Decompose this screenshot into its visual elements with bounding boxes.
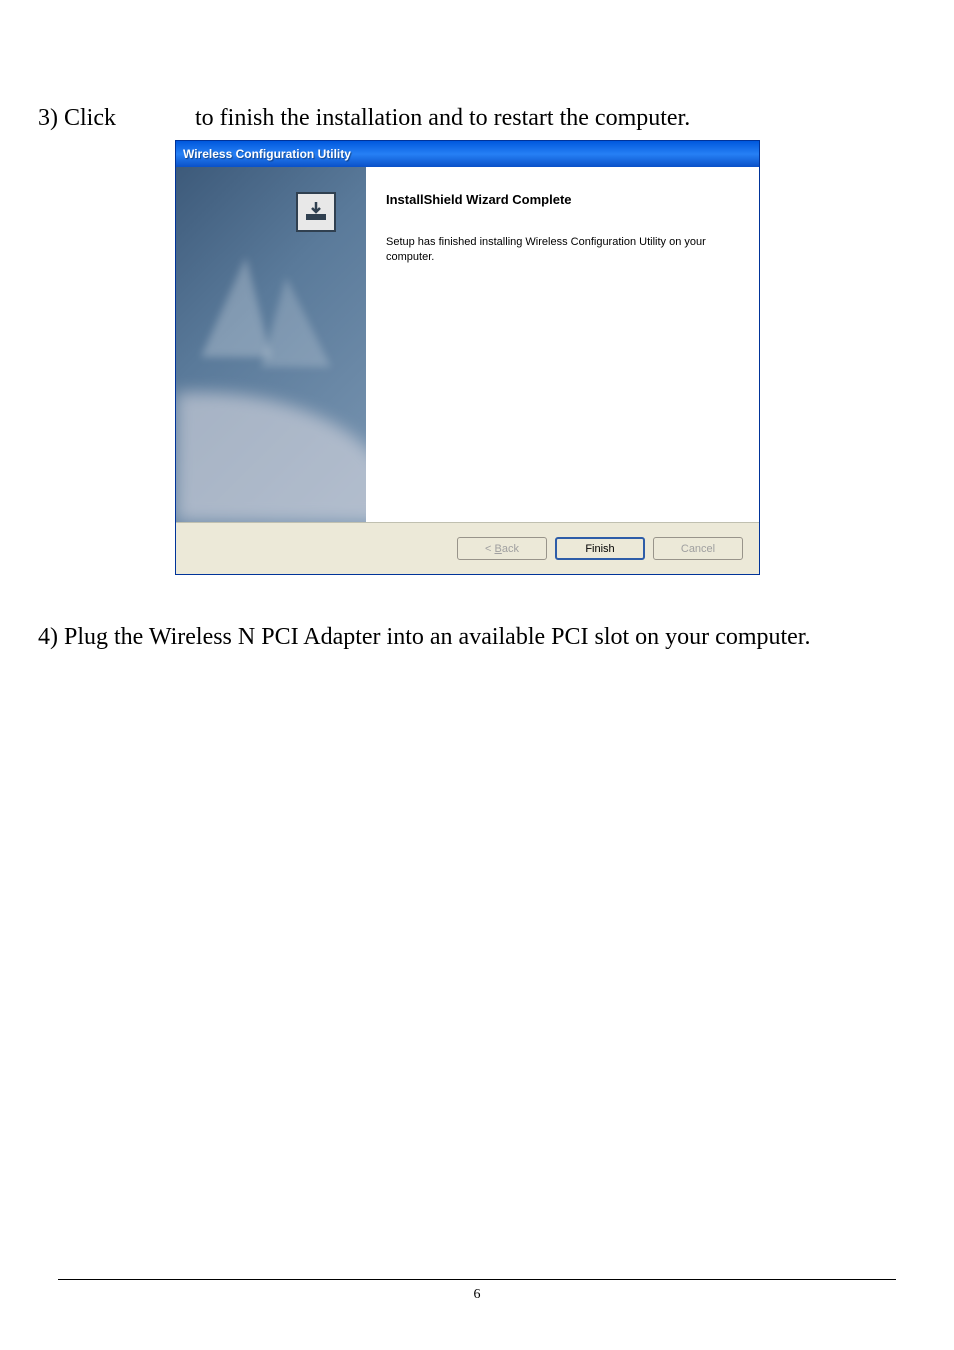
step3-click-text: 3) Click: [38, 105, 116, 132]
wizard-complete-description: Setup has finished installing Wireless C…: [386, 235, 739, 266]
dialog-body: InstallShield Wizard Complete Setup has …: [176, 167, 759, 522]
finish-button[interactable]: Finish: [555, 537, 645, 560]
page-number: 6: [474, 1287, 481, 1303]
dialog-sidebar-image: [176, 167, 366, 522]
back-button: < Back: [457, 537, 547, 560]
footer-rule: [58, 1279, 896, 1280]
cancel-button: Cancel: [653, 537, 743, 560]
step4-text: 4) Plug the Wireless N PCI Adapter into …: [38, 624, 810, 651]
installer-icon: [296, 192, 336, 232]
wizard-complete-heading: InstallShield Wizard Complete: [386, 192, 739, 207]
dialog-content: InstallShield Wizard Complete Setup has …: [366, 167, 759, 522]
step3-remainder-text: to finish the installation and to restar…: [195, 105, 690, 132]
dialog-button-row: < Back Finish Cancel: [176, 522, 759, 574]
dialog-title-bar: Wireless Configuration Utility: [176, 141, 759, 167]
dialog-title: Wireless Configuration Utility: [183, 147, 351, 161]
installer-dialog: Wireless Configuration Utility InstallSh…: [175, 140, 760, 575]
